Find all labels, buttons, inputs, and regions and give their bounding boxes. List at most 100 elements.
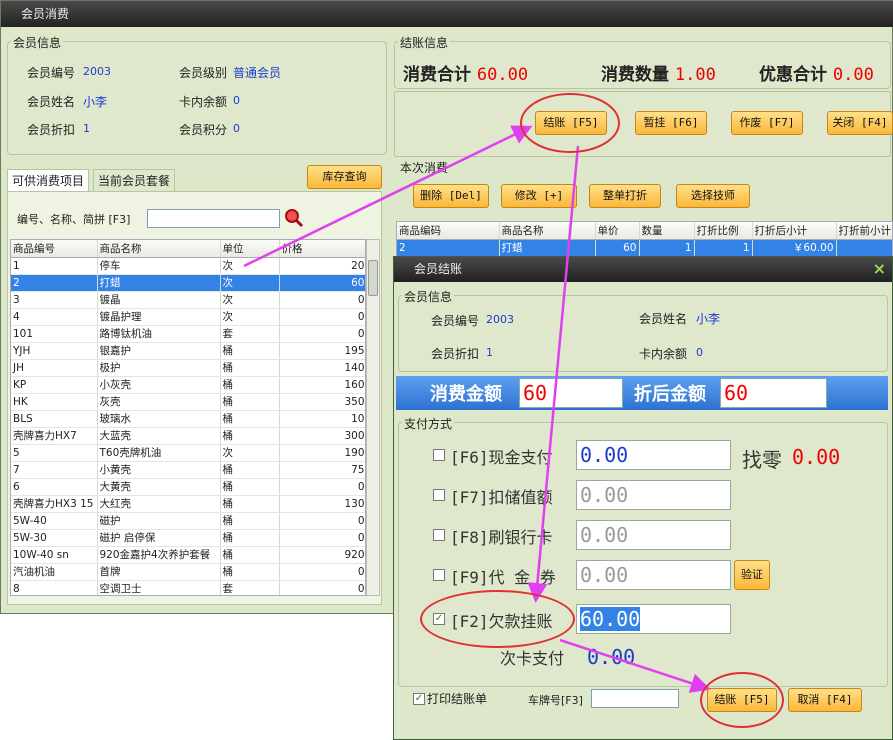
modify-button[interactable]: 修改 [+] — [501, 184, 577, 208]
table-row[interactable]: 8 空调卫士套 0 — [11, 580, 365, 595]
cell-name: 停车 — [97, 257, 221, 275]
print-receipt-label: 打印结账单 — [427, 692, 488, 706]
cell-price: 0 — [279, 580, 365, 595]
table-row[interactable]: 5 T60壳牌机油次 190 — [11, 444, 365, 462]
cons-header-name[interactable]: 商品名称 — [499, 222, 596, 240]
cons-cell-before — [836, 239, 892, 256]
payment-amount-input[interactable]: 0.00 — [576, 480, 731, 510]
cell-name: 大红壳 — [97, 495, 221, 513]
table-row[interactable]: 101 路博钛机油套 0 — [11, 325, 365, 343]
close-icon[interactable]: × — [873, 259, 886, 278]
cell-code: 6 — [11, 478, 98, 496]
cell-unit: 套 — [220, 325, 280, 343]
cons-header-qty[interactable]: 数量 — [639, 222, 695, 240]
after-discount-value: 60 — [720, 378, 827, 408]
cell-code: 汽油机油 — [11, 563, 98, 581]
selected-amount-text: 60.00 — [580, 607, 641, 631]
member-name-value: 小李 — [83, 95, 108, 109]
cell-name: 打蜡 — [97, 274, 221, 292]
payment-checkbox[interactable] — [433, 449, 445, 461]
col-header-unit[interactable]: 单位 — [220, 240, 280, 258]
table-row[interactable]: HK 灰壳桶 350 — [11, 393, 365, 411]
select-technician-button[interactable]: 选择技师 — [676, 184, 750, 208]
tab-member-packages[interactable]: 当前会员套餐 — [93, 169, 176, 191]
cons-header-price[interactable]: 单价 — [595, 222, 640, 240]
payment-amount-input[interactable]: 0.00 — [576, 560, 731, 590]
plate-input[interactable] — [591, 689, 679, 708]
payment-checkbox[interactable] — [433, 489, 445, 501]
cell-price: 160 — [279, 376, 365, 394]
tab-available-items[interactable]: 可供消费项目 — [7, 169, 90, 191]
table-row[interactable]: 壳牌喜力HX7 大蓝壳桶 300 — [11, 427, 365, 445]
member-balance-label: 卡内余额 — [179, 95, 228, 109]
whole-order-discount-button[interactable]: 整单打折 — [589, 184, 661, 208]
table-row[interactable]: KP 小灰壳桶 160 — [11, 376, 365, 394]
cell-price: 0 — [279, 529, 365, 547]
cell-code: KP — [11, 376, 98, 394]
void-button[interactable]: 作废 [F7] — [731, 111, 803, 135]
search-icon[interactable] — [284, 208, 304, 228]
cell-code: 壳牌喜力HX3 15 — [11, 495, 98, 513]
table-row[interactable]: 4 镀晶护理次 0 — [11, 308, 365, 326]
payment-amount-input[interactable]: 0.00 — [576, 520, 731, 550]
verify-button[interactable]: 验证 — [734, 560, 770, 590]
dlg-member-name-label: 会员姓名 — [639, 312, 688, 326]
member-balance-value: 0 — [233, 94, 240, 107]
table-row[interactable]: 5W-40 磁护桶 0 — [11, 512, 365, 530]
table-row[interactable]: 3 镀晶次 0 — [11, 291, 365, 309]
cell-unit: 桶 — [220, 461, 280, 479]
member-info-title: 会员信息 — [11, 34, 64, 51]
table-row[interactable]: 1 停车次 20 — [11, 257, 365, 275]
table-row[interactable]: 6 大黄壳桶 0 — [11, 478, 365, 496]
payment-method-title: 支付方式 — [402, 415, 455, 432]
payment-amount-input[interactable]: 60.00 — [576, 604, 731, 634]
product-list-scrollbar[interactable] — [366, 239, 380, 596]
col-header-price[interactable]: 价格 — [279, 240, 365, 258]
print-receipt-checkbox[interactable]: ✓ — [413, 693, 425, 705]
consumption-table-container: 商品编码 商品名称 单价 数量 打折比例 打折后小计 打折前小计 2 打蜡 60… — [396, 221, 893, 257]
table-row[interactable]: 5W-30 磁护 启停保桶 0 — [11, 529, 365, 547]
consumption-row[interactable]: 2 打蜡 60 1 1 ￥60.00 — [397, 239, 892, 256]
col-header-code[interactable]: 商品编号 — [11, 240, 98, 258]
cell-code: 8 — [11, 580, 98, 595]
cell-unit: 次 — [220, 308, 280, 326]
cell-name: 镀晶护理 — [97, 308, 221, 326]
dlg-balance-label: 卡内余额 — [639, 347, 688, 361]
delete-button[interactable]: 删除 [Del] — [413, 184, 489, 208]
cons-header-rate[interactable]: 打折比例 — [694, 222, 753, 240]
payment-checkbox[interactable] — [433, 569, 445, 581]
stock-query-button[interactable]: 库存查询 — [307, 165, 382, 189]
table-row[interactable]: JH 极护桶 140 — [11, 359, 365, 377]
cell-price: 10 — [279, 410, 365, 428]
cell-name: 极护 — [97, 359, 221, 377]
table-row[interactable]: 2 打蜡次 60 — [11, 274, 365, 292]
table-row[interactable]: YJH 银嘉护桶 195 — [11, 342, 365, 360]
cons-header-after[interactable]: 打折后小计 — [752, 222, 837, 240]
total-discount: 优惠合计 0.00 — [759, 60, 874, 85]
payment-amount-input[interactable]: 0.00 — [576, 440, 731, 470]
after-discount-label: 折后金额 — [634, 384, 706, 405]
table-row[interactable]: 10W-40 sn 920金嘉护4次养护套餐桶 920 — [11, 546, 365, 564]
scrollbar-thumb[interactable] — [368, 260, 378, 296]
search-input[interactable] — [147, 209, 280, 228]
table-row[interactable]: 7 小黄壳桶 75 — [11, 461, 365, 479]
cons-header-before[interactable]: 打折前小计 — [836, 222, 892, 240]
times-card-label: 次卡支付 — [500, 649, 565, 668]
dialog-cancel-button[interactable]: 取消 [F4] — [788, 688, 862, 712]
suspend-button[interactable]: 暂挂 [F6] — [635, 111, 707, 135]
cell-price: 60 — [279, 274, 365, 292]
dialog-title: 会员结账 — [394, 257, 892, 282]
cons-header-code[interactable]: 商品编码 — [397, 222, 500, 240]
table-row[interactable]: 壳牌喜力HX3 15 大红壳桶 130 — [11, 495, 365, 513]
table-row[interactable]: BLS 玻璃水桶 10 — [11, 410, 365, 428]
table-row[interactable]: 汽油机油 首牌桶 0 — [11, 563, 365, 581]
member-name-label: 会员姓名 — [27, 95, 76, 109]
total-quantity-label: 消费数量 — [601, 65, 669, 85]
col-header-name[interactable]: 商品名称 — [97, 240, 221, 258]
cell-price: 195 — [279, 342, 365, 360]
payment-method-label: [F7]扣储值额 — [450, 488, 553, 507]
payment-checkbox[interactable] — [433, 529, 445, 541]
plate-label: 车牌号[F3] — [528, 694, 583, 707]
cell-price: 75 — [279, 461, 365, 479]
close-button[interactable]: 关闭 [F4] — [827, 111, 893, 135]
